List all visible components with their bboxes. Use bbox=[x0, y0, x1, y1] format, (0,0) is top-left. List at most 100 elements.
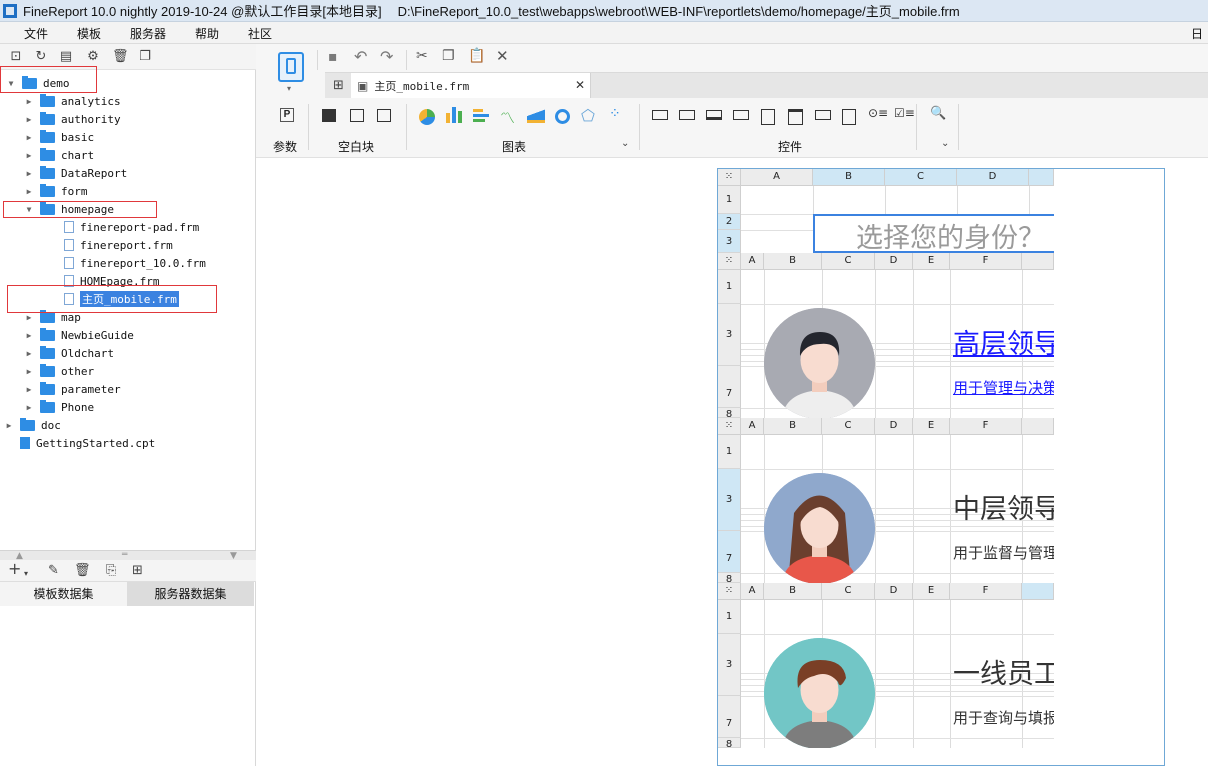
row-header[interactable]: 3 bbox=[718, 230, 741, 253]
avatar[interactable] bbox=[764, 473, 875, 583]
mobile-design-icon[interactable] bbox=[278, 52, 304, 82]
row-header[interactable]: 1 bbox=[718, 270, 741, 304]
expand-arrow-icon[interactable]: ▶ bbox=[24, 403, 34, 412]
tree-file[interactable]: finereport_10.0.frm bbox=[48, 254, 206, 272]
textarea-widget-icon[interactable] bbox=[842, 109, 856, 125]
tree-folder[interactable]: ▶ chart bbox=[24, 146, 94, 164]
tab-template-dataset[interactable]: 模板数据集 bbox=[0, 582, 127, 606]
role-sheet-staff[interactable]: ⁙ A B C D E F 1 3 7 8 一线员工 用于查询与填报 bbox=[718, 583, 1054, 748]
tab-server-dataset[interactable]: 服务器数据集 bbox=[127, 582, 254, 606]
document-tab[interactable]: ▣ 主页_mobile.frm ✕ bbox=[351, 73, 591, 99]
add-dataset-icon[interactable]: + bbox=[8, 561, 21, 577]
row-header[interactable]: 8 bbox=[718, 573, 741, 583]
menu-help[interactable]: 帮助 bbox=[195, 25, 219, 42]
role-title[interactable]: 中层领导 bbox=[953, 487, 1054, 526]
tree-folder[interactable]: ▶ Oldchart bbox=[24, 344, 114, 362]
role-subtitle[interactable]: 用于监督与管理 bbox=[953, 542, 1054, 563]
combo-checkbox-widget-icon[interactable] bbox=[761, 109, 775, 125]
preview-icon[interactable]: ⎘ bbox=[106, 564, 116, 578]
redo-icon[interactable]: ↷ bbox=[380, 47, 393, 66]
row-header[interactable]: 8 bbox=[718, 738, 741, 748]
close-tab-icon[interactable]: ✕ bbox=[575, 78, 585, 92]
column-header[interactable]: A bbox=[741, 169, 813, 186]
chart-group-expand-icon[interactable]: ⌄ bbox=[621, 138, 629, 149]
role-title[interactable]: 一线员工 bbox=[953, 652, 1054, 691]
line-chart-icon[interactable]: 〽 bbox=[500, 107, 515, 128]
role-subtitle[interactable]: 用于管理与决策 bbox=[953, 377, 1054, 398]
row-header[interactable]: 7 bbox=[718, 366, 741, 408]
edit-icon[interactable]: ✎ bbox=[48, 564, 59, 578]
column-header[interactable]: B bbox=[764, 583, 822, 600]
open-template-icon[interactable]: ▤ bbox=[59, 50, 73, 64]
number-widget-icon[interactable] bbox=[815, 110, 831, 120]
column-header[interactable]: A bbox=[741, 583, 764, 600]
column-header[interactable]: E bbox=[913, 583, 950, 600]
row-header[interactable]: 1 bbox=[718, 435, 741, 469]
tree-file[interactable]: finereport.frm bbox=[48, 236, 173, 254]
menu-file[interactable]: 文件 bbox=[24, 25, 48, 42]
delete-icon[interactable]: 🗑 bbox=[112, 50, 129, 64]
column-header[interactable]: C bbox=[885, 169, 957, 186]
column-header[interactable]: A bbox=[741, 253, 764, 270]
role-subtitle[interactable]: 用于查询与填报 bbox=[953, 707, 1054, 728]
tree-folder[interactable]: ▶ parameter bbox=[24, 380, 121, 398]
column-header[interactable]: D bbox=[957, 169, 1029, 186]
column-header[interactable]: C bbox=[822, 253, 875, 270]
drag-handle-icon[interactable]: ═ bbox=[122, 550, 127, 560]
pie-chart-icon[interactable] bbox=[419, 109, 435, 125]
column-header[interactable]: A bbox=[741, 418, 764, 435]
tree-folder[interactable]: ▶ NewbieGuide bbox=[24, 326, 134, 344]
paste-icon[interactable]: 📋 bbox=[468, 48, 485, 64]
control-group-expand-icon[interactable]: ⌄ bbox=[941, 138, 949, 149]
grid-view-icon[interactable]: ⊞ bbox=[333, 78, 344, 93]
combobox-widget-icon[interactable] bbox=[733, 110, 749, 120]
label-widget-icon[interactable] bbox=[679, 110, 695, 120]
dropdown-arrow-icon[interactable]: ▾ bbox=[287, 84, 291, 93]
expand-arrow-icon[interactable]: ▶ bbox=[24, 151, 34, 160]
role-title[interactable]: 高层领导 bbox=[953, 322, 1054, 361]
role-sheet-senior[interactable]: ⁙ A B C D E F 1 3 7 8 高层领导 用于管理与决策 bbox=[718, 253, 1054, 418]
avatar[interactable] bbox=[764, 308, 875, 418]
expand-arrow-icon[interactable]: ▶ bbox=[24, 115, 34, 124]
column-header[interactable]: C bbox=[822, 418, 875, 435]
refresh-icon[interactable]: ↻ bbox=[34, 50, 48, 64]
row-header[interactable]: 3 bbox=[718, 634, 741, 696]
expand-arrow-icon[interactable]: ▶ bbox=[24, 331, 34, 340]
blank-block-icon[interactable] bbox=[322, 109, 336, 122]
menu-template[interactable]: 模板 bbox=[77, 25, 101, 42]
button-widget-icon[interactable] bbox=[706, 110, 722, 120]
tree-file[interactable]: finereport-pad.frm bbox=[48, 218, 199, 236]
column-header[interactable]: D bbox=[875, 253, 913, 270]
column-header[interactable]: E bbox=[913, 418, 950, 435]
bar-chart-icon[interactable] bbox=[446, 107, 464, 123]
tree-folder[interactable]: ▶ form bbox=[24, 182, 88, 200]
column-header[interactable]: C bbox=[822, 583, 875, 600]
row-header[interactable]: 3 bbox=[718, 304, 741, 366]
expand-arrow-icon[interactable]: ▶ bbox=[24, 385, 34, 394]
area-chart-icon[interactable] bbox=[527, 109, 545, 123]
tree-folder[interactable]: ▶ basic bbox=[24, 128, 94, 146]
delete-icon[interactable]: 🗑 bbox=[74, 564, 91, 578]
expand-arrow-icon[interactable]: ▶ bbox=[24, 187, 34, 196]
row-header[interactable]: 7 bbox=[718, 696, 741, 738]
expand-arrow-icon[interactable]: ▶ bbox=[4, 421, 14, 430]
menu-community[interactable]: 社区 bbox=[248, 25, 272, 42]
row-header[interactable]: 3 bbox=[718, 469, 741, 531]
tree-folder[interactable]: ▶ authority bbox=[24, 110, 121, 128]
tree-folder[interactable]: ▶ doc bbox=[4, 416, 61, 434]
horizontal-bar-chart-icon[interactable] bbox=[473, 109, 491, 123]
search-widget-icon[interactable]: 🔍 bbox=[930, 106, 946, 121]
radio-group-widget-icon[interactable]: ⊙≡ bbox=[868, 106, 888, 120]
copy-icon[interactable]: ❐ bbox=[442, 48, 455, 64]
role-sheet-middle[interactable]: ⁙ A B C D E F 1 3 7 8 中层领导 用于监督与管理 bbox=[718, 418, 1054, 583]
checkbox-group-widget-icon[interactable]: ☑≡ bbox=[894, 106, 915, 120]
tree-folder[interactable]: ▶ other bbox=[24, 362, 94, 380]
column-header[interactable]: D bbox=[875, 583, 913, 600]
column-header[interactable]: E bbox=[913, 253, 950, 270]
delete-x-icon[interactable]: ✕ bbox=[496, 47, 509, 65]
expand-arrow-icon[interactable]: ▶ bbox=[24, 349, 34, 358]
textbox-widget-icon[interactable] bbox=[652, 110, 668, 120]
cut-icon[interactable]: ✂ bbox=[416, 48, 428, 64]
scatter-chart-icon[interactable]: ⁘ bbox=[609, 106, 621, 122]
grid-block-icon[interactable] bbox=[377, 109, 391, 122]
